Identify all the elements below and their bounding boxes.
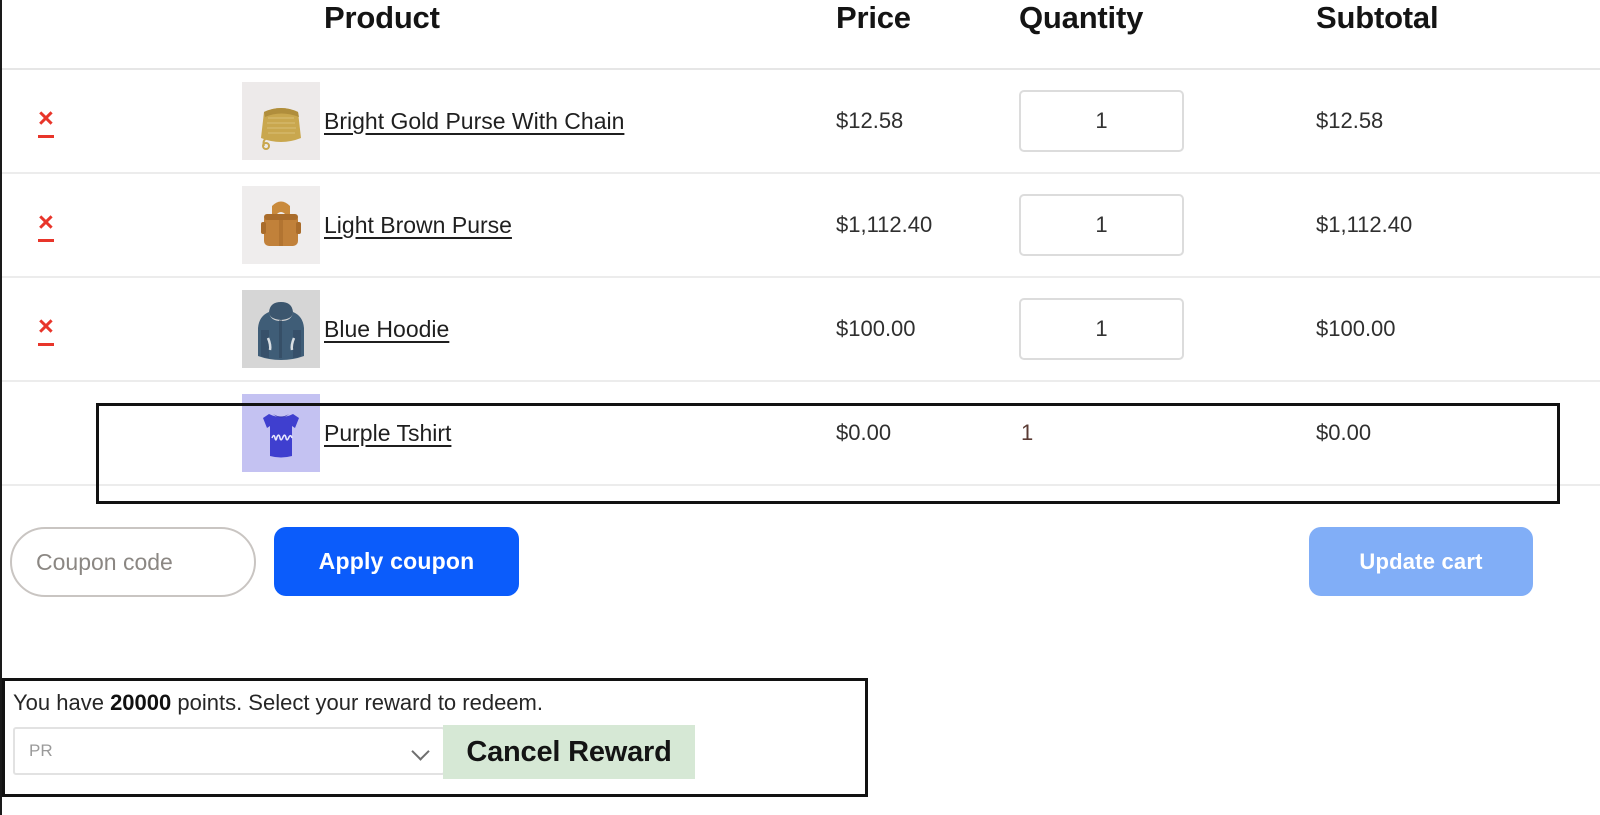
price-cell: $1,112.40 — [836, 212, 933, 237]
price-cell: $12.58 — [836, 108, 904, 133]
product-link[interactable]: Light Brown Purse — [324, 212, 512, 239]
reward-panel: You have 20000 points. Select your rewar… — [2, 678, 868, 797]
product-link[interactable]: Bright Gold Purse With Chain — [324, 108, 624, 135]
remove-cell — [2, 381, 97, 485]
remove-cell: × — [2, 69, 97, 173]
header-row: Product Price Quantity Subtotal — [2, 0, 1600, 69]
th-price: Price — [836, 0, 911, 35]
reward-message: You have 20000 points. Select your rewar… — [13, 690, 543, 716]
remove-cell: × — [2, 277, 97, 381]
bright-gold-purse-thumbnail[interactable] — [242, 82, 320, 160]
th-subtotal: Subtotal — [1316, 0, 1439, 35]
price-cell: $100.00 — [836, 316, 916, 341]
blue-hoodie-thumbnail[interactable] — [242, 290, 320, 368]
subtotal-cell: $12.58 — [1316, 108, 1384, 133]
coupon-bar: Apply coupon Update cart — [2, 527, 1600, 602]
chevron-down-icon — [413, 743, 429, 759]
thumbnail-cell — [97, 173, 322, 277]
product-name-cell: Purple Tshirt — [322, 381, 832, 485]
subtotal-cell: $100.00 — [1316, 316, 1396, 341]
subtotal-cell: $1,112.40 — [1316, 212, 1413, 237]
table-row: × — [2, 173, 1600, 277]
thumbnail-cell — [97, 277, 322, 381]
quantity-value: 1 — [1021, 420, 1034, 445]
reward-select-value: PR — [29, 741, 53, 760]
remove-cell: × — [2, 173, 97, 277]
table-row: × — [2, 69, 1600, 173]
cart-table-body: × Bright Gold Purse With Chain $12.58 1 … — [2, 69, 1600, 485]
reward-points-value: 20000 — [110, 690, 172, 715]
remove-item-icon[interactable]: × — [38, 312, 54, 346]
th-thumbnail — [97, 0, 322, 69]
reward-message-prefix: You have — [13, 690, 111, 715]
quantity-cell: 1 — [1017, 173, 1312, 277]
quantity-cell: 1 — [1017, 69, 1312, 173]
product-name-cell: Blue Hoodie — [322, 277, 832, 381]
reward-message-suffix: points. Select your reward to redeem. — [171, 690, 543, 715]
light-brown-purse-thumbnail[interactable] — [242, 186, 320, 264]
cart-table-header: Product Price Quantity Subtotal — [2, 0, 1600, 69]
quantity-stepper[interactable]: 1 — [1019, 90, 1184, 152]
quantity-stepper[interactable]: 1 — [1019, 194, 1184, 256]
quantity-cell: 1 — [1017, 277, 1312, 381]
remove-item-icon[interactable]: × — [38, 104, 54, 138]
update-cart-button[interactable]: Update cart — [1309, 527, 1533, 596]
coupon-code-input[interactable] — [10, 527, 256, 597]
apply-coupon-button[interactable]: Apply coupon — [274, 527, 519, 596]
product-link[interactable]: Blue Hoodie — [324, 316, 449, 343]
product-name-cell: Light Brown Purse — [322, 173, 832, 277]
th-remove — [2, 0, 97, 69]
subtotal-cell: $0.00 — [1316, 420, 1372, 445]
product-link[interactable]: Purple Tshirt — [324, 420, 451, 447]
table-row: Purple Tshirt $0.00 1 $0.00 — [2, 381, 1600, 485]
thumbnail-cell — [97, 69, 322, 173]
quantity-cell: 1 — [1017, 381, 1312, 485]
cart-page: Product Price Quantity Subtotal × Bright… — [0, 0, 1600, 815]
th-product: Product — [324, 0, 440, 35]
table-row: × — [2, 277, 1600, 381]
cancel-reward-button[interactable]: Cancel Reward — [443, 725, 695, 779]
remove-item-icon[interactable]: × — [38, 208, 54, 242]
quantity-stepper[interactable]: 1 — [1019, 298, 1184, 360]
product-name-cell: Bright Gold Purse With Chain — [322, 69, 832, 173]
price-cell: $0.00 — [836, 420, 892, 445]
th-quantity: Quantity — [1019, 0, 1144, 35]
thumbnail-cell — [97, 381, 322, 485]
reward-select[interactable]: PR — [13, 727, 445, 775]
cart-table: Product Price Quantity Subtotal × Bright… — [2, 0, 1600, 486]
purple-tshirt-thumbnail[interactable] — [242, 394, 320, 472]
